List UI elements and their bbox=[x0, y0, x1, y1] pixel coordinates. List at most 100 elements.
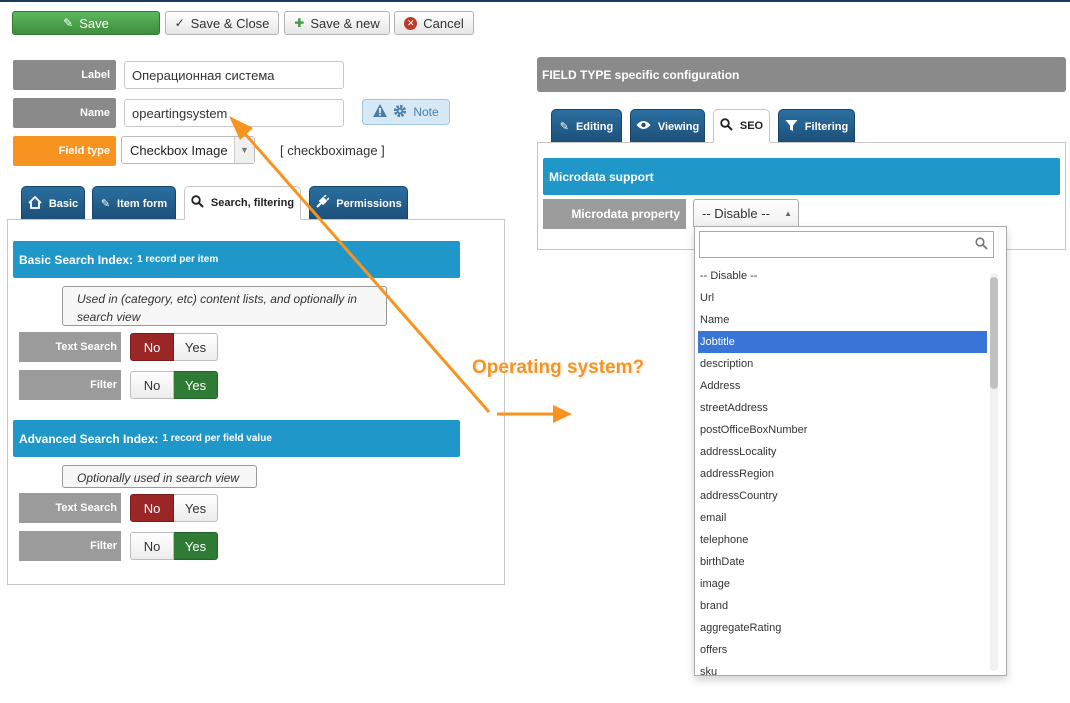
basic-search-index-header: Basic Search Index: 1 record per item bbox=[13, 241, 460, 278]
dropdown-option[interactable]: postOfficeBoxNumber bbox=[698, 419, 987, 441]
fieldtype-label: Field type bbox=[13, 136, 116, 166]
basic-index-description: Used in (category, etc) content lists, a… bbox=[62, 286, 387, 326]
dropdown-option[interactable]: streetAddress bbox=[698, 397, 987, 419]
dropdown-option[interactable]: Jobtitle bbox=[698, 331, 987, 353]
basic-filter-no[interactable]: No bbox=[130, 371, 174, 399]
dropdown-option[interactable]: -- Disable -- bbox=[698, 265, 987, 287]
note-button[interactable]: Note bbox=[362, 99, 450, 125]
dropdown-option[interactable]: Name bbox=[698, 309, 987, 331]
label-input[interactable]: Операционная система bbox=[124, 61, 344, 89]
note-label: Note bbox=[413, 105, 439, 119]
dropdown-option[interactable]: Url bbox=[698, 287, 987, 309]
name-input[interactable]: opeartingsystem bbox=[124, 99, 344, 127]
tab-permissions[interactable]: Permissions bbox=[309, 186, 408, 220]
advanced-index-description: Optionally used in search view bbox=[62, 465, 257, 488]
dropdown-options-list: -- Disable -- Url Name Jobtitle description A… bbox=[698, 265, 987, 675]
home-icon bbox=[28, 195, 42, 212]
advanced-index-title: Advanced Search Index: bbox=[19, 431, 159, 446]
basic-filter-yes[interactable]: Yes bbox=[174, 371, 218, 399]
advanced-text-search-toggle[interactable]: No Yes bbox=[130, 494, 218, 522]
advanced-text-search-label: Text Search bbox=[19, 493, 121, 523]
filter-icon bbox=[785, 119, 798, 135]
gear-icon bbox=[393, 104, 407, 121]
tab-item-form[interactable]: ✎ Item form bbox=[92, 186, 176, 220]
cancel-label: Cancel bbox=[423, 15, 464, 31]
search-icon bbox=[191, 195, 204, 211]
advanced-filter-yes[interactable]: Yes bbox=[174, 532, 218, 560]
save-new-button[interactable]: ✚ Save & new bbox=[284, 11, 390, 35]
dropdown-scrollbar[interactable] bbox=[990, 273, 998, 671]
dropdown-option[interactable]: aggregateRating bbox=[698, 617, 987, 639]
tab-viewing-label: Viewing bbox=[657, 120, 700, 133]
eye-icon bbox=[636, 120, 651, 133]
save-new-label: Save & new bbox=[310, 15, 380, 31]
dropdown-option[interactable]: addressRegion bbox=[698, 463, 987, 485]
cancel-button[interactable]: ✕ Cancel bbox=[394, 11, 474, 35]
advanced-search-index-header: Advanced Search Index: 1 record per fiel… bbox=[13, 420, 460, 457]
basic-text-search-yes[interactable]: Yes bbox=[174, 333, 218, 361]
tab-permissions-label: Permissions bbox=[336, 197, 402, 210]
microdata-property-value: -- Disable -- bbox=[702, 205, 770, 221]
advanced-filter-toggle[interactable]: No Yes bbox=[130, 532, 218, 560]
tab-editing[interactable]: ✎ Editing bbox=[551, 109, 622, 143]
dropdown-option[interactable]: image bbox=[698, 573, 987, 595]
tab-basic[interactable]: Basic bbox=[21, 186, 85, 220]
dropdown-option[interactable]: brand bbox=[698, 595, 987, 617]
basic-index-subtitle: 1 record per item bbox=[137, 254, 219, 265]
tab-filtering[interactable]: Filtering bbox=[778, 109, 855, 143]
check-icon: ✓ bbox=[174, 16, 185, 30]
top-border bbox=[0, 0, 1070, 2]
tab-search-filtering-label: Search, filtering bbox=[210, 197, 295, 209]
name-field-label: Name bbox=[13, 98, 116, 128]
dropdown-option[interactable]: Address bbox=[698, 375, 987, 397]
dropdown-option[interactable]: birthDate bbox=[698, 551, 987, 573]
edit-icon: ✎ bbox=[100, 198, 111, 210]
chevron-down-icon: ▼ bbox=[234, 137, 254, 163]
warning-icon bbox=[373, 104, 388, 120]
tab-viewing[interactable]: Viewing bbox=[630, 109, 705, 143]
dropdown-scrollbar-thumb[interactable] bbox=[990, 277, 998, 389]
dropdown-option[interactable]: email bbox=[698, 507, 987, 529]
dropdown-option[interactable]: sku bbox=[698, 661, 987, 675]
plug-icon bbox=[315, 194, 330, 212]
advanced-index-subtitle: 1 record per field value bbox=[162, 433, 272, 444]
tab-basic-label: Basic bbox=[48, 197, 79, 210]
dropdown-option[interactable]: offers bbox=[698, 639, 987, 661]
dropdown-option[interactable]: telephone bbox=[698, 529, 987, 551]
save-close-label: Save & Close bbox=[190, 15, 270, 31]
search-icon bbox=[975, 237, 988, 253]
edit-icon: ✎ bbox=[63, 16, 74, 30]
basic-index-title: Basic Search Index: bbox=[19, 252, 134, 267]
tab-editing-label: Editing bbox=[575, 120, 614, 133]
microdata-property-select[interactable]: -- Disable -- ▲ bbox=[693, 199, 799, 227]
microdata-support-header: Microdata support bbox=[543, 158, 1060, 195]
dropdown-search-input[interactable] bbox=[699, 231, 994, 258]
advanced-text-search-no[interactable]: No bbox=[130, 494, 174, 522]
tab-search-filtering[interactable]: Search, filtering bbox=[184, 186, 301, 220]
basic-filter-toggle[interactable]: No Yes bbox=[130, 371, 218, 399]
fieldtype-value: Checkbox Image bbox=[130, 142, 228, 158]
basic-text-search-toggle[interactable]: No Yes bbox=[130, 333, 218, 361]
basic-text-search-no[interactable]: No bbox=[130, 333, 174, 361]
edit-icon: ✎ bbox=[559, 121, 569, 133]
basic-text-search-label: Text Search bbox=[19, 332, 121, 362]
dropdown-option[interactable]: addressLocality bbox=[698, 441, 987, 463]
microdata-dropdown: -- Disable -- Url Name Jobtitle description A… bbox=[694, 226, 1007, 676]
advanced-filter-no[interactable]: No bbox=[130, 532, 174, 560]
arrow-head-right bbox=[553, 405, 572, 423]
microdata-property-label: Microdata property bbox=[543, 199, 686, 229]
save-close-button[interactable]: ✓ Save & Close bbox=[165, 11, 279, 35]
tab-seo[interactable]: SEO bbox=[713, 109, 770, 143]
tab-filtering-label: Filtering bbox=[804, 120, 849, 133]
plus-icon: ✚ bbox=[294, 16, 305, 30]
chevron-up-icon: ▲ bbox=[784, 209, 792, 218]
dropdown-option[interactable]: addressCountry bbox=[698, 485, 987, 507]
basic-filter-label: Filter bbox=[19, 370, 121, 400]
save-button[interactable]: ✎ Save bbox=[12, 11, 160, 35]
dropdown-option[interactable]: description bbox=[698, 353, 987, 375]
advanced-text-search-yes[interactable]: Yes bbox=[174, 494, 218, 522]
search-icon bbox=[720, 118, 733, 134]
label-field-label: Label bbox=[13, 60, 116, 90]
fieldtype-select[interactable]: Checkbox Image ▼ bbox=[121, 136, 255, 164]
advanced-filter-label: Filter bbox=[19, 531, 121, 561]
